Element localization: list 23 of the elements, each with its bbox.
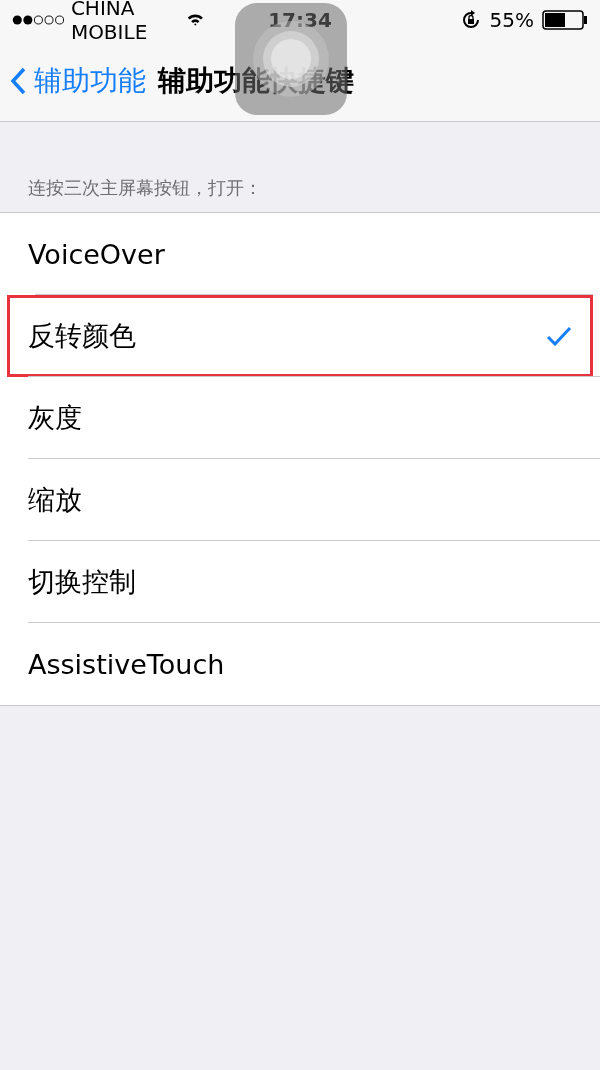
- option-row[interactable]: 切换控制: [0, 541, 600, 623]
- section-header: 连按三次主屏幕按钮，打开：: [27, 176, 263, 200]
- option-row[interactable]: 反转颜色: [7, 295, 593, 377]
- checkmark-icon: [546, 326, 572, 346]
- option-row[interactable]: 灰度: [0, 377, 600, 459]
- signal-icon: [12, 13, 65, 27]
- option-label: AssistiveTouch: [28, 648, 225, 680]
- wifi-icon: [187, 12, 204, 28]
- option-label: 切换控制: [28, 565, 136, 599]
- option-label: 灰度: [28, 401, 82, 435]
- page-title: 辅助功能快捷键: [158, 62, 354, 99]
- back-button[interactable]: 辅助功能: [10, 61, 146, 100]
- option-label: VoiceOver: [28, 238, 165, 270]
- battery-icon: [542, 10, 588, 30]
- carrier-name: CHINA MOBILE: [70, 0, 149, 44]
- clock-time: 17:34: [268, 8, 332, 32]
- option-row[interactable]: 缩放: [0, 459, 600, 541]
- option-label: 反转颜色: [28, 319, 136, 353]
- back-chevron-icon: [10, 66, 26, 95]
- battery-percent: 55%: [489, 8, 534, 32]
- option-label: 缩放: [28, 483, 82, 517]
- option-row[interactable]: AssistiveTouch: [0, 623, 600, 705]
- option-row[interactable]: VoiceOver: [0, 213, 600, 295]
